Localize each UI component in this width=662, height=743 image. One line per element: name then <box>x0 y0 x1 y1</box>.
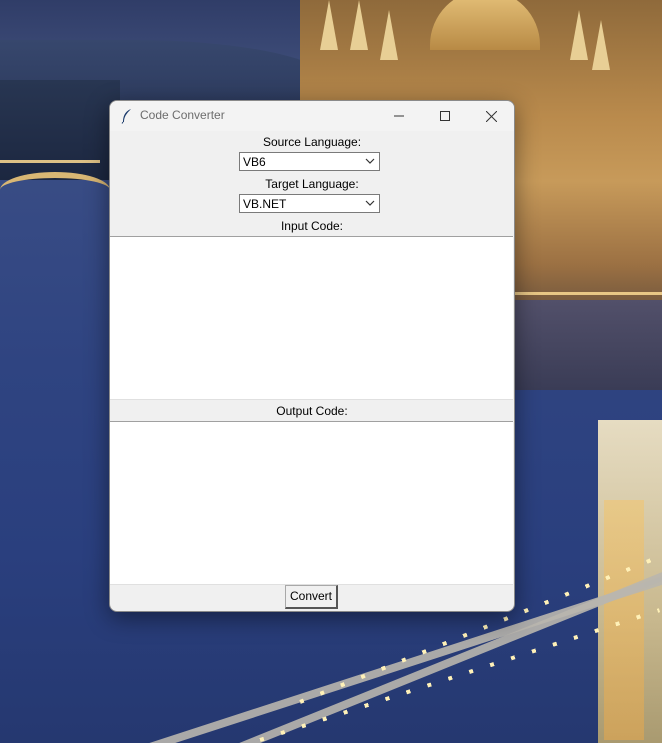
chevron-down-icon <box>365 200 375 206</box>
minimize-button[interactable] <box>376 101 422 131</box>
title-bar[interactable]: Code Converter <box>110 101 514 131</box>
chevron-down-icon <box>365 158 375 164</box>
maximize-icon <box>440 111 450 121</box>
feather-icon <box>120 108 134 124</box>
close-icon <box>485 110 497 122</box>
minimize-icon <box>394 115 404 117</box>
maximize-button[interactable] <box>422 101 468 131</box>
target-language-value: VB.NET <box>243 197 287 211</box>
input-code-textarea[interactable] <box>110 236 513 400</box>
target-language-select[interactable]: VB.NET <box>239 194 380 213</box>
target-language-label: Target Language: <box>265 177 359 191</box>
source-language-select[interactable]: VB6 <box>239 152 380 171</box>
window-title: Code Converter <box>140 108 225 122</box>
output-code-label: Output Code: <box>276 404 348 418</box>
close-button[interactable] <box>468 101 514 131</box>
code-converter-window: Code Converter Source Language: VB6 Targ… <box>109 100 515 612</box>
output-code-textarea[interactable] <box>110 421 513 585</box>
convert-button[interactable]: Convert <box>285 585 338 609</box>
source-language-label: Source Language: <box>262 135 362 149</box>
source-language-value: VB6 <box>243 155 266 169</box>
input-code-label: Input Code: <box>280 219 344 233</box>
